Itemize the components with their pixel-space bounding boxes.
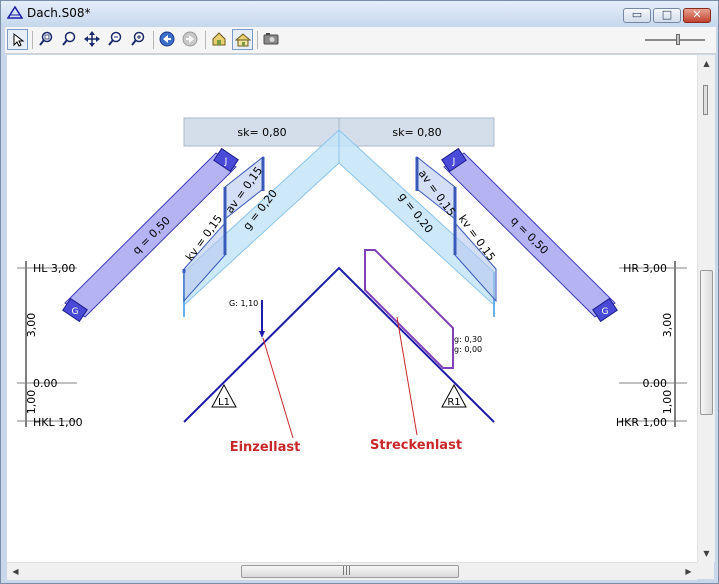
zoom-slider-thumb[interactable] bbox=[676, 34, 680, 45]
line-load-callout: Streckenlast bbox=[370, 438, 462, 453]
zoom-window-icon bbox=[39, 31, 53, 46]
pan-button[interactable] bbox=[82, 29, 103, 50]
hkl-label: HKL 1,00 bbox=[33, 416, 83, 429]
zero-left-label: 0.00 bbox=[33, 377, 58, 390]
hl-label: HL 3,00 bbox=[33, 262, 75, 275]
dim-right-300: 3,00 bbox=[661, 313, 674, 338]
zoom-in-button[interactable] bbox=[59, 29, 80, 50]
purlin-bottom-left-label: G bbox=[72, 307, 79, 317]
scroll-up-icon[interactable]: ▲ bbox=[698, 55, 715, 72]
snow-load-left-label: sk= 0,80 bbox=[237, 126, 286, 139]
toolbar-separator bbox=[153, 31, 154, 49]
point-load-callout-line bbox=[262, 337, 294, 439]
dim-left-100: 1,00 bbox=[25, 390, 38, 415]
home-view-button[interactable] bbox=[232, 29, 253, 50]
support-left-label: L1 bbox=[218, 397, 230, 408]
toolbar-separator bbox=[257, 31, 258, 49]
line-load-value-1: g: 0,30 bbox=[454, 335, 482, 344]
horizontal-scroll-thumb[interactable]: ||| bbox=[241, 565, 459, 578]
point-load-callout: Einzellast bbox=[230, 440, 301, 455]
line-load-value-2: g: 0,00 bbox=[454, 345, 482, 354]
back-button[interactable] bbox=[157, 29, 178, 50]
close-icon: ✕ bbox=[692, 8, 702, 21]
vertical-scroll-thumb[interactable] bbox=[700, 270, 713, 415]
scroll-right-icon[interactable]: ▶ bbox=[680, 563, 697, 580]
toolbar bbox=[5, 27, 716, 54]
roof-drawing: sk= 0,80 sk= 0,80 g = 0,20 g = 0,20 kv =… bbox=[17, 117, 687, 455]
point-load-arrowhead bbox=[259, 331, 265, 338]
minimize-icon: ▭ bbox=[631, 8, 643, 21]
snow-load-right-label: sk= 0,80 bbox=[392, 126, 441, 139]
hr-label: HR 3,00 bbox=[623, 262, 667, 275]
scroll-down-icon[interactable]: ▼ bbox=[698, 545, 715, 562]
dim-right-100: 1,00 bbox=[661, 390, 674, 415]
hkr-label: HKR 1,00 bbox=[616, 416, 667, 429]
select-arrow-icon bbox=[13, 32, 25, 47]
screenshot-button[interactable] bbox=[261, 29, 282, 50]
line-load-shape bbox=[364, 249, 454, 369]
forward-icon bbox=[182, 31, 198, 47]
zoom-previous-button[interactable] bbox=[105, 29, 126, 50]
zoom-all-button[interactable] bbox=[128, 29, 149, 50]
view-3d-icon bbox=[212, 32, 226, 46]
toolbar-separator bbox=[32, 31, 33, 49]
roof-app-icon bbox=[7, 6, 23, 19]
purlin-bottom-right-label: G bbox=[602, 307, 609, 317]
title-bar: Dach.S08* ▭ □ ✕ bbox=[1, 1, 718, 27]
window-title: Dach.S08* bbox=[27, 6, 91, 20]
support-right-label: R1 bbox=[447, 397, 460, 408]
close-button[interactable]: ✕ bbox=[683, 8, 711, 23]
minimize-button[interactable]: ▭ bbox=[623, 8, 651, 23]
pan-icon bbox=[84, 31, 100, 47]
scroll-corner bbox=[697, 562, 714, 579]
drawing-canvas[interactable]: sk= 0,80 sk= 0,80 g = 0,20 g = 0,20 kv =… bbox=[7, 55, 697, 562]
zoom-window-button[interactable] bbox=[36, 29, 57, 50]
purlin-top-right-label: J bbox=[452, 157, 456, 167]
horizontal-scrollbar[interactable]: ◀ ||| ▶ bbox=[7, 562, 697, 580]
application-window: Dach.S08* ▭ □ ✕ sk= 0,80 sk= 0,80 g = 0,… bbox=[0, 0, 719, 584]
zero-right-label: 0.00 bbox=[643, 377, 668, 390]
dim-left-300: 3,00 bbox=[25, 313, 38, 338]
zoom-slider-track[interactable] bbox=[645, 39, 705, 41]
purlin-top-left-label: J bbox=[224, 157, 228, 167]
zoom-all-icon bbox=[131, 31, 145, 46]
zoom-previous-icon bbox=[108, 31, 122, 46]
forward-button[interactable] bbox=[180, 29, 201, 50]
point-load-value: G: 1,10 bbox=[229, 299, 258, 308]
back-icon bbox=[159, 31, 175, 47]
maximize-button[interactable]: □ bbox=[653, 8, 681, 23]
scroll-grip-icon: ||| bbox=[342, 566, 352, 576]
maximize-icon: □ bbox=[661, 8, 673, 21]
home-view-icon bbox=[235, 33, 251, 47]
select-tool-button[interactable] bbox=[7, 29, 28, 50]
screenshot-icon bbox=[263, 33, 279, 45]
toolbar-separator bbox=[205, 31, 206, 49]
view-3d-button[interactable] bbox=[209, 29, 230, 50]
scroll-left-icon[interactable]: ◀ bbox=[7, 563, 24, 580]
vertical-scroll-mini-thumb[interactable] bbox=[703, 85, 708, 115]
vertical-scrollbar[interactable]: ▲ ▼ bbox=[697, 55, 715, 562]
zoom-in-icon bbox=[62, 31, 76, 46]
